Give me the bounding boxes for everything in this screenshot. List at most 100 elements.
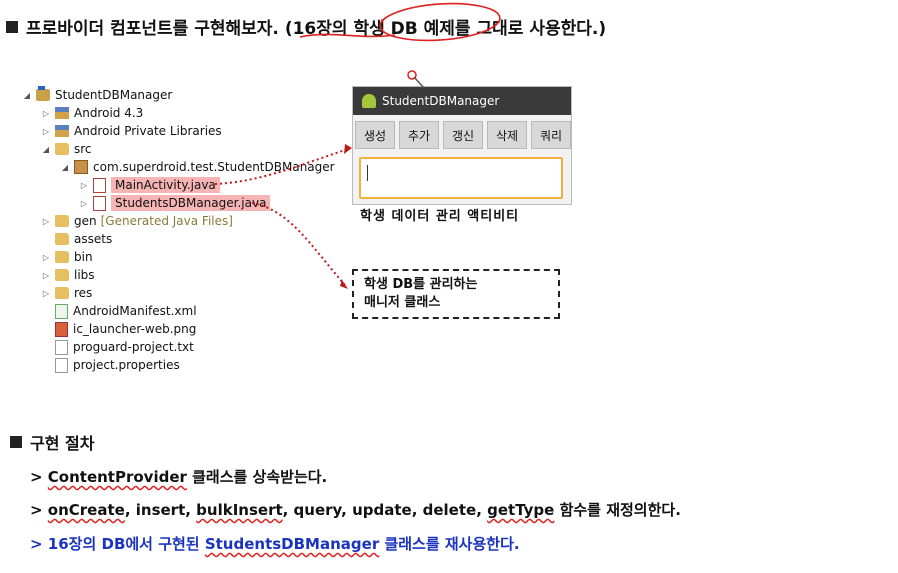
tree-item[interactable]: ◢ StudentDBManager [22,86,172,104]
expand-arrow-icon[interactable]: ▷ [41,271,51,280]
step-2-method-oncreate: onCreate [47,501,125,519]
tree-item[interactable]: proguard-project.txt [41,338,194,356]
tree-item-label: AndroidManifest.xml [73,304,197,318]
folder-icon [55,269,69,281]
expand-arrow-icon[interactable]: ◢ [60,163,70,172]
tree-item-label: bin [74,250,93,264]
tree-item[interactable]: project.properties [41,356,180,374]
text-caret [367,165,368,181]
step-1: > ContentProvider 클래스를 상속받는다. [30,466,327,487]
folder-icon [55,233,69,245]
tree-item[interactable]: assets [41,230,112,248]
expand-arrow-icon[interactable]: ◢ [22,91,32,100]
step-2-prefix: > [30,501,48,519]
expand-arrow-icon[interactable]: ▷ [41,109,51,118]
tree-item-label: StudentsDBManager.java [111,195,271,211]
java-file-icon [93,195,106,211]
expand-arrow-icon[interactable]: ◢ [41,145,51,154]
step-1-rest: 클래스를 상속받는다. [186,468,328,486]
source-folder-icon [55,143,69,155]
query-button[interactable]: 쿼리 [531,121,571,149]
step-2-method-bulkinsert: bulkInsert [196,501,283,519]
tree-item[interactable]: ▷ bin [41,248,93,266]
section-title: 구현 절차 [10,430,94,454]
add-button[interactable]: 추가 [399,121,439,149]
tree-item[interactable]: ▷ MainActivity.java [79,176,220,194]
slide-title-emphasis: 학생 DB 예제를 [353,19,471,39]
expand-arrow-icon[interactable]: ▷ [79,181,89,190]
library-icon [55,107,69,119]
folder-icon [55,215,69,227]
step-1-prefix: > [30,468,48,486]
activity-caption: 학생 데이터 관리 액티비티 [360,209,520,224]
tree-item-label: Android 4.3 [74,106,144,120]
tree-item-label: res [74,286,93,300]
project-icon [36,86,50,101]
app-titlebar: StudentDBManager [353,87,571,115]
step-2-mid2: , query, update, delete, [282,501,488,519]
tree-item-label: MainActivity.java [111,177,220,193]
tree-item-label: Android Private Libraries [74,124,222,138]
tree-item[interactable]: AndroidManifest.xml [41,302,197,320]
expand-arrow-icon[interactable]: ▷ [41,289,51,298]
expand-arrow-icon[interactable]: ▷ [79,199,89,208]
slide-title-part2: 그대로 사용한다.) [470,19,607,39]
tree-item-label: proguard-project.txt [73,340,194,354]
callout-line-2: 매니저 클래스 [364,295,441,310]
tree-item[interactable]: ▷ libs [41,266,95,284]
bullet-square-icon [6,21,18,33]
section-title-text: 구현 절차 [30,434,95,453]
step-3: > 16장의 DB에서 구현된 StudentsDBManager 클래스를 재… [30,533,520,554]
java-file-icon [93,177,106,193]
library-icon [55,125,69,137]
tree-item-label: libs [74,268,95,282]
text-file-icon [55,357,68,373]
tree-item-label: gen [74,214,97,228]
bullet-square-icon [10,436,22,448]
students-manager-arrowhead [340,280,348,289]
step-3-prefix: > 16장의 DB에서 구현된 [30,535,205,553]
app-button-row: 생성 추가 갱신 삭제 쿼리 [353,121,573,149]
tree-item[interactable]: ▷ Android Private Libraries [41,122,222,140]
tree-item[interactable]: ▷ res [41,284,92,302]
step-2-method-gettype: getType [487,501,555,519]
tree-item[interactable]: ic_launcher-web.png [41,320,196,338]
android-logo-icon [362,94,376,108]
tree-item-label: project.properties [73,358,180,372]
expand-arrow-icon[interactable]: ▷ [41,217,51,226]
step-3-class: StudentsDBManager [204,535,380,553]
app-text-input[interactable] [359,157,563,199]
expand-arrow-icon[interactable]: ▷ [41,127,51,136]
tree-item[interactable]: ▷ gen [Generated Java Files] [41,212,233,230]
tree-item-label: ic_launcher-web.png [73,322,197,336]
pointer-icon [407,70,417,80]
folder-icon [55,287,69,299]
step-2-mid: , insert, [124,501,197,519]
tree-item-label: StudentDBManager [55,88,173,102]
tree-item-label: assets [74,232,113,246]
tree-item[interactable]: ◢ com.superdroid.test.StudentDBManager [60,158,335,176]
step-3-rest: 클래스를 재사용한다. [379,535,520,553]
update-button[interactable]: 갱신 [443,121,483,149]
tree-item[interactable]: ▷ StudentsDBManager.java [79,194,271,212]
tree-item-note: [Generated Java Files] [100,214,233,228]
manager-callout-box: 학생 DB를 관리하는 매니저 클래스 [352,269,560,319]
tree-item[interactable]: ▷ Android 4.3 [41,104,143,122]
tree-item-label: src [74,142,92,156]
delete-button[interactable]: 삭제 [487,121,527,149]
folder-icon [55,251,69,263]
expand-arrow-icon[interactable]: ▷ [41,253,51,262]
main-activity-arrowhead [344,144,352,154]
step-2: > onCreate, insert, bulkInsert, query, u… [30,499,681,520]
text-file-icon [55,339,68,355]
callout-line-1: 학생 DB를 관리하는 [364,277,478,292]
step-2-rest: 함수를 재정의한다. [554,501,681,519]
create-button[interactable]: 생성 [355,121,395,149]
tree-item[interactable]: ◢ src [41,140,92,158]
slide-title: 프로바이더 컴포넌트를 구현해보자. (16장의 학생 DB 예제를 그대로 사… [6,14,606,39]
android-app-mock: StudentDBManager 생성 추가 갱신 삭제 쿼리 [352,86,572,205]
slide-title-part1: 프로바이더 컴포넌트를 구현해보자. (16장의 [26,19,354,39]
package-icon [74,160,88,174]
xml-file-icon [55,303,68,319]
png-file-icon [55,321,68,337]
